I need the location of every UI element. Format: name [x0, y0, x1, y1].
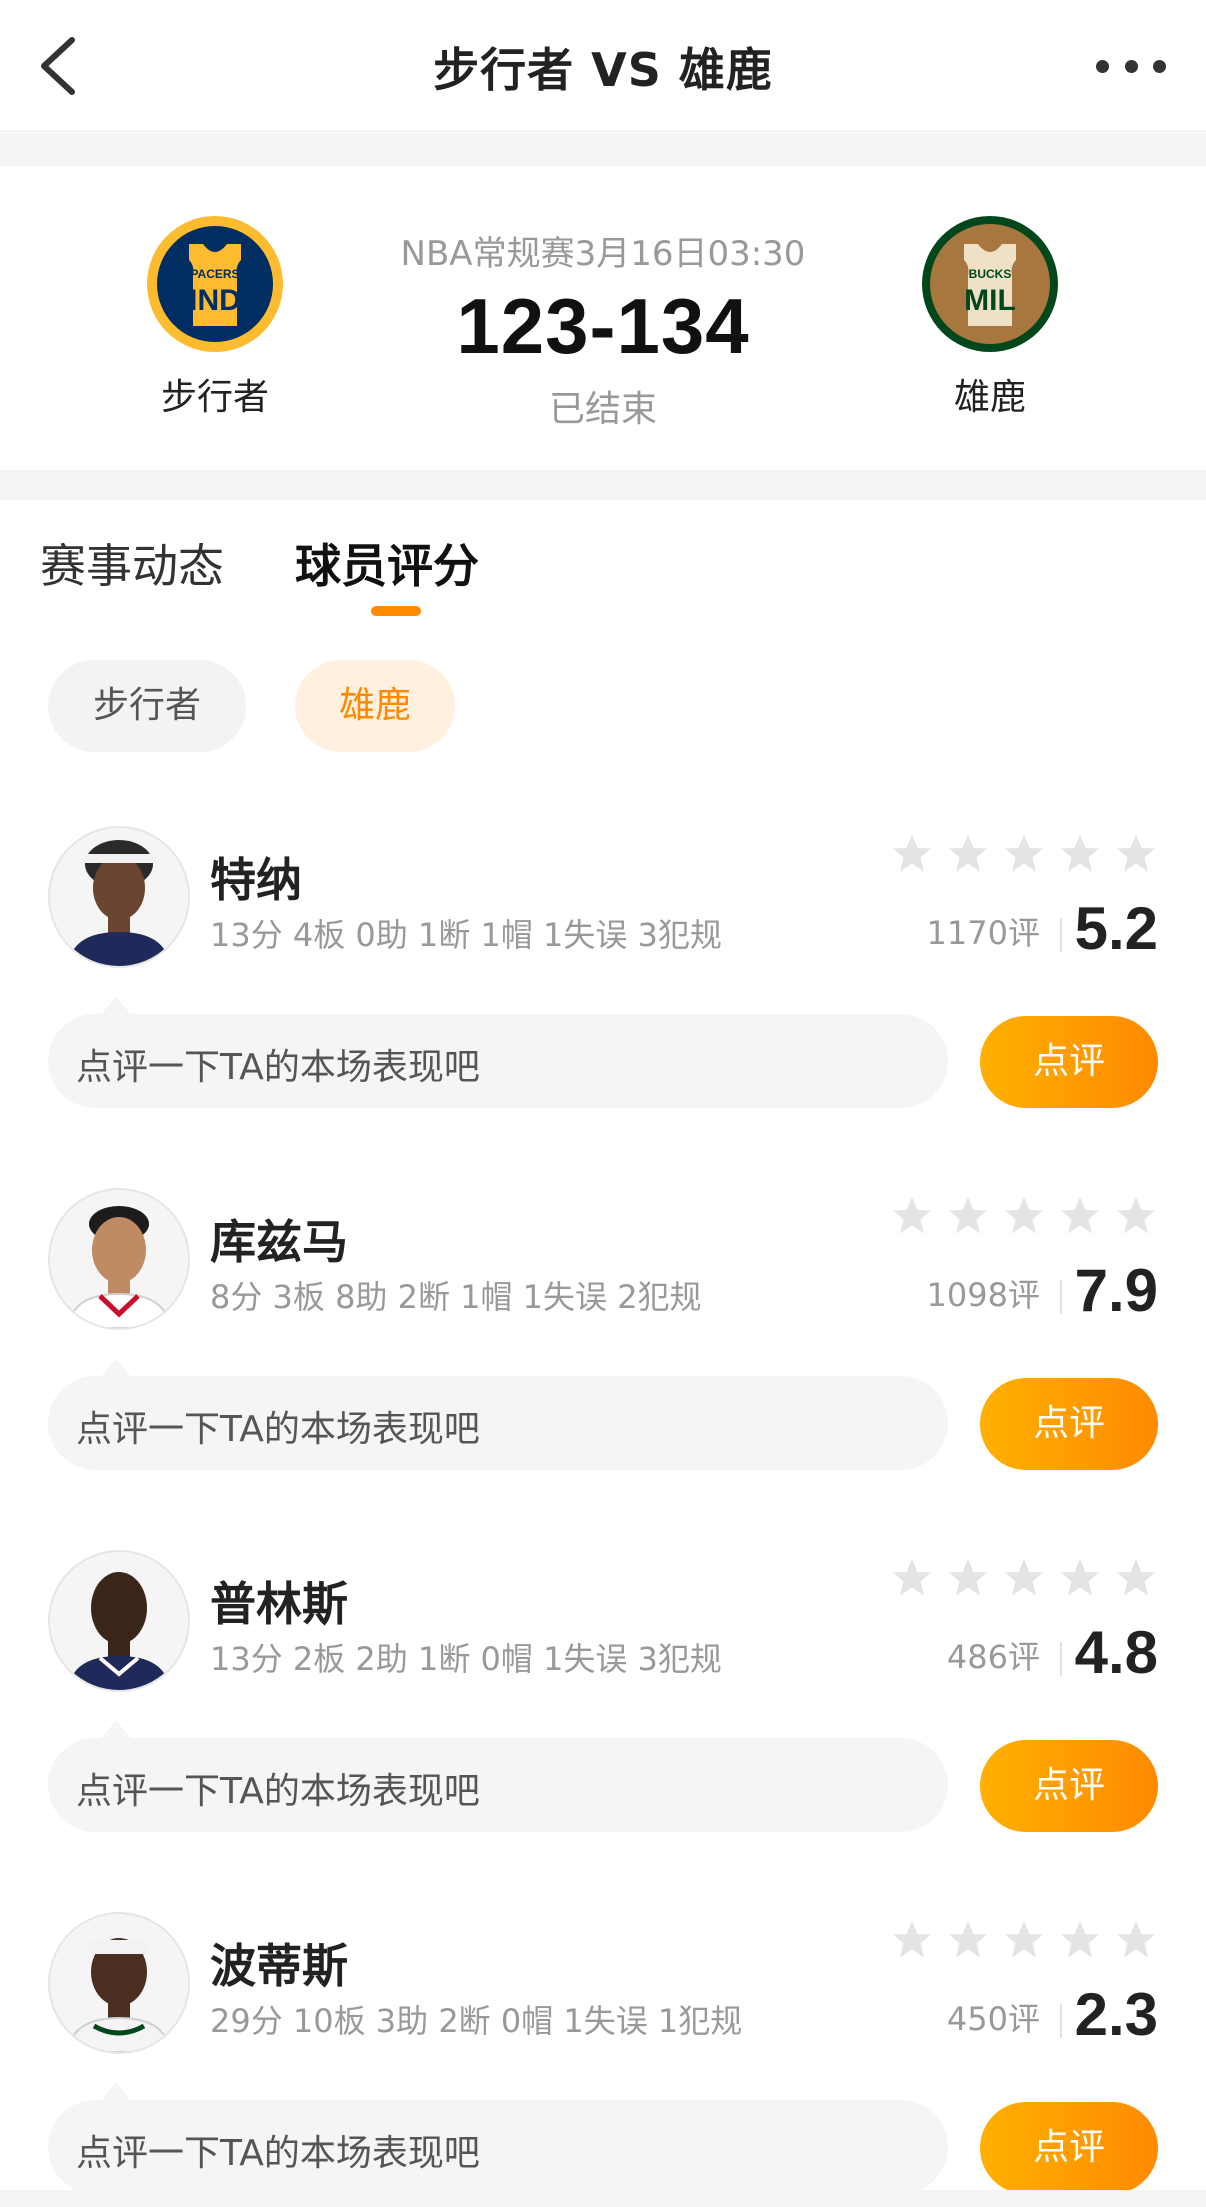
- star-icon[interactable]: [946, 1556, 990, 1600]
- rating-count: 1098评: [926, 1276, 1040, 1314]
- team-logo-home-icon: PACERS IND: [147, 216, 283, 352]
- star-icon[interactable]: [1058, 1918, 1102, 1962]
- rate-button[interactable]: 点评: [980, 1016, 1158, 1108]
- player-avatar[interactable]: [48, 1188, 190, 1330]
- star-icon[interactable]: [890, 832, 934, 876]
- player-portrait-icon: [68, 840, 170, 966]
- star-icon[interactable]: [1002, 1918, 1046, 1962]
- home-team[interactable]: PACERS IND 步行者: [115, 214, 315, 420]
- divider: [1060, 2004, 1062, 2038]
- home-team-name: 步行者: [160, 377, 269, 418]
- star-icon[interactable]: [946, 1194, 990, 1238]
- star-icon[interactable]: [1114, 1556, 1158, 1600]
- star-icon[interactable]: [890, 1918, 934, 1962]
- section-divider: [0, 470, 1206, 500]
- star-icon[interactable]: [890, 1194, 934, 1238]
- match-status: 已结束: [548, 389, 657, 430]
- svg-text:MIL: MIL: [964, 284, 1016, 317]
- star-rating[interactable]: [890, 1194, 1158, 1240]
- svg-text:IND: IND: [189, 284, 241, 317]
- player-card: 波蒂斯 29分 10板 3助 2断 0帽 1失误 1犯规 450评 2.3 点评…: [0, 1912, 1206, 2207]
- player-name: 特纳: [210, 853, 302, 907]
- star-icon[interactable]: [1002, 832, 1046, 876]
- star-icon[interactable]: [1058, 832, 1102, 876]
- rating-score: 2.3: [1074, 1981, 1158, 2048]
- svg-text:PACERS: PACERS: [190, 267, 239, 281]
- star-icon[interactable]: [1058, 1194, 1102, 1238]
- player-name: 波蒂斯: [210, 1939, 348, 1993]
- star-rating[interactable]: [890, 832, 1158, 878]
- comment-input[interactable]: 点评一下TA的本场表现吧: [48, 1720, 948, 1832]
- star-icon[interactable]: [1058, 1556, 1102, 1600]
- svg-text:BUCKS: BUCKS: [969, 267, 1012, 281]
- rating-count: 450评: [946, 2000, 1040, 2038]
- player-portrait-icon: [66, 1206, 172, 1328]
- match-score: 123-134: [456, 282, 750, 370]
- team-filter-away[interactable]: 雄鹿: [295, 660, 455, 752]
- team-filter-home[interactable]: 步行者: [48, 660, 246, 752]
- player-stats: 13分 4板 0助 1断 1帽 1失误 3犯规: [210, 916, 722, 954]
- player-avatar[interactable]: [48, 1550, 190, 1692]
- star-rating[interactable]: [890, 1556, 1158, 1602]
- comment-placeholder: 点评一下TA的本场表现吧: [76, 1409, 480, 1450]
- comment-input[interactable]: 点评一下TA的本场表现吧: [48, 996, 948, 1108]
- star-icon[interactable]: [1114, 1918, 1158, 1962]
- comment-input[interactable]: 点评一下TA的本场表现吧: [48, 2082, 948, 2194]
- star-icon[interactable]: [1114, 832, 1158, 876]
- player-card: 普林斯 13分 2板 2助 1断 0帽 1失误 3犯规 486评 4.8 点评一…: [0, 1550, 1206, 1850]
- player-avatar[interactable]: [48, 1912, 190, 2054]
- top-nav-bar: 步行者 VS 雄鹿: [0, 0, 1206, 132]
- player-portrait-icon: [66, 1938, 172, 2052]
- away-team-name: 雄鹿: [953, 377, 1026, 418]
- comment-placeholder: 点评一下TA的本场表现吧: [76, 1047, 480, 1088]
- star-rating[interactable]: [890, 1918, 1158, 1964]
- player-card: 库兹马 8分 3板 8助 2断 1帽 1失误 2犯规 1098评 7.9 点评一…: [0, 1188, 1206, 1488]
- divider: [1060, 918, 1062, 952]
- rate-button[interactable]: 点评: [980, 2102, 1158, 2194]
- section-divider: [0, 133, 1206, 166]
- away-team[interactable]: BUCKS MIL 雄鹿: [890, 214, 1090, 420]
- player-avatar[interactable]: [48, 826, 190, 968]
- star-icon[interactable]: [1114, 1194, 1158, 1238]
- more-button[interactable]: [1096, 46, 1166, 86]
- star-icon[interactable]: [946, 1918, 990, 1962]
- rating-score: 4.8: [1074, 1619, 1158, 1686]
- star-icon[interactable]: [1002, 1194, 1046, 1238]
- comment-placeholder: 点评一下TA的本场表现吧: [76, 2133, 480, 2174]
- rating-count: 486评: [946, 1638, 1040, 1676]
- comment-input[interactable]: 点评一下TA的本场表现吧: [48, 1358, 948, 1470]
- tab-player-ratings[interactable]: 球员评分: [295, 530, 479, 596]
- page-title: 步行者 VS 雄鹿: [433, 43, 773, 97]
- rating-score: 7.9: [1074, 1257, 1158, 1324]
- star-icon[interactable]: [946, 832, 990, 876]
- tab-match-events[interactable]: 赛事动态: [40, 530, 224, 596]
- player-name: 库兹马: [210, 1215, 348, 1269]
- player-stats: 29分 10板 3助 2断 0帽 1失误 1犯规: [210, 2002, 743, 2040]
- player-stats: 13分 2板 2助 1断 0帽 1失误 3犯规: [210, 1640, 722, 1678]
- rate-button[interactable]: 点评: [980, 1378, 1158, 1470]
- divider: [1060, 1642, 1062, 1676]
- match-score-header: PACERS IND 步行者 NBA常规赛3月16日03:30 123-134 …: [0, 166, 1206, 470]
- team-logo-away-icon: BUCKS MIL: [922, 216, 1058, 352]
- star-icon[interactable]: [890, 1556, 934, 1600]
- player-stats: 8分 3板 8助 2断 1帽 1失误 2犯规: [210, 1278, 702, 1316]
- match-info: NBA常规赛3月16日03:30 123-134 已结束: [340, 226, 866, 432]
- tab-bar: 赛事动态 球员评分: [0, 500, 1206, 620]
- more-horizontal-icon: [1096, 59, 1109, 73]
- player-name: 普林斯: [210, 1577, 348, 1631]
- tab-active-indicator: [371, 606, 421, 616]
- divider: [1060, 1280, 1062, 1314]
- match-meta: NBA常规赛3月16日03:30: [400, 234, 806, 274]
- rating-score: 5.2: [1074, 895, 1158, 962]
- bottom-divider: [0, 2190, 1206, 2207]
- star-icon[interactable]: [1002, 1556, 1046, 1600]
- rate-button[interactable]: 点评: [980, 1740, 1158, 1832]
- rating-count: 1170评: [926, 914, 1040, 952]
- comment-placeholder: 点评一下TA的本场表现吧: [76, 1771, 480, 1812]
- player-card: 特纳 13分 4板 0助 1断 1帽 1失误 3犯规 1170评 5.2 点评一…: [0, 826, 1206, 1126]
- player-portrait-icon: [68, 1572, 170, 1690]
